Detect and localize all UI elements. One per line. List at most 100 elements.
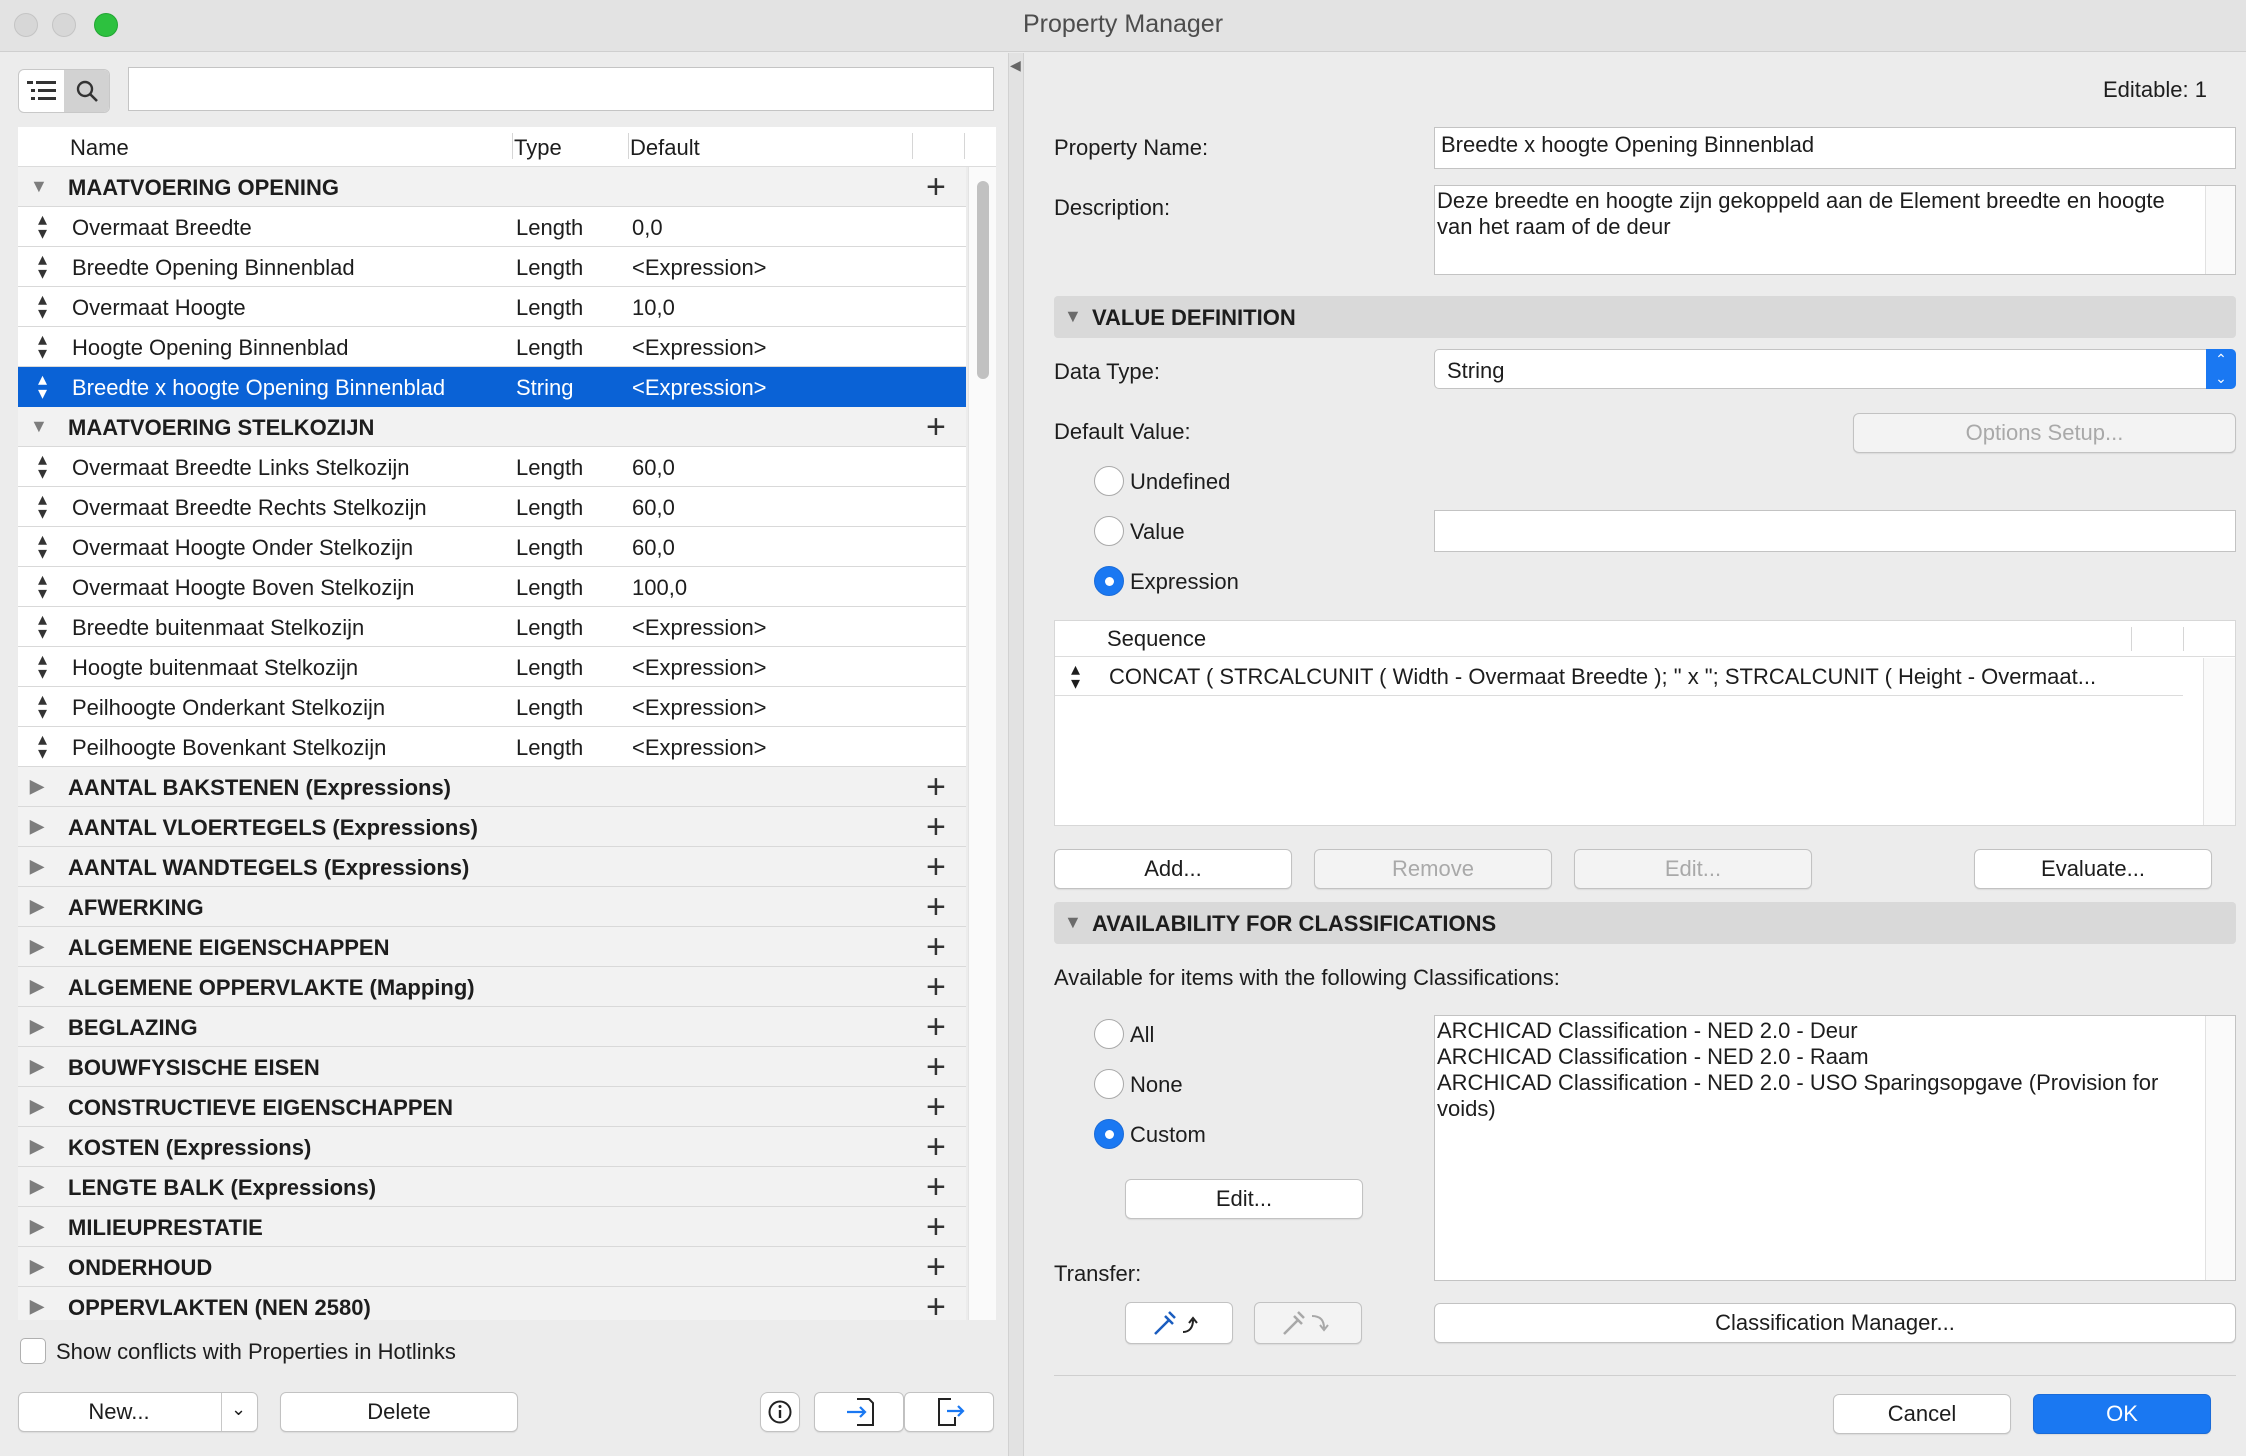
classification-item[interactable]: ARCHICAD Classification - NED 2.0 - Deur <box>1437 1018 2199 1044</box>
property-row[interactable]: ▴ ▾ Breedte Opening Binnenblad Length <Expre… <box>18 247 966 287</box>
drag-handle-icon[interactable]: ▴ ▾ <box>38 570 47 602</box>
disclosure-right-icon[interactable]: ▶ <box>30 936 44 957</box>
add-property-icon[interactable]: + <box>926 927 946 967</box>
add-property-icon[interactable]: + <box>926 1167 946 1207</box>
add-property-icon[interactable]: + <box>926 1127 946 1167</box>
drag-handle-icon[interactable]: ▴ ▾ <box>38 530 47 562</box>
disclosure-right-icon[interactable]: ▶ <box>30 1136 44 1157</box>
radio-none[interactable] <box>1094 1069 1124 1099</box>
transfer-pick-button[interactable] <box>1125 1302 1233 1344</box>
disclosure-right-icon[interactable]: ▶ <box>30 1016 44 1037</box>
remove-button[interactable]: Remove <box>1314 849 1552 889</box>
drag-handle-icon[interactable]: ▴ ▾ <box>38 690 47 722</box>
property-row[interactable]: ▴ ▾ Overmaat Breedte Rechts Stelkozijn Leng… <box>18 487 966 527</box>
disclosure-right-icon[interactable]: ▶ <box>30 1176 44 1197</box>
data-type-select[interactable]: String ⌃ ⌄ <box>1434 349 2236 389</box>
export-button[interactable] <box>904 1392 994 1432</box>
description-field[interactable]: Deze breedte en hoogte zijn gekoppeld aa… <box>1434 185 2236 275</box>
group-row[interactable]: ▼ MAATVOERING STELKOZIJN + <box>18 407 966 447</box>
add-property-icon[interactable]: + <box>926 167 946 207</box>
disclosure-right-icon[interactable]: ▶ <box>30 776 44 797</box>
classification-manager-button[interactable]: Classification Manager... <box>1434 1303 2236 1343</box>
group-row[interactable]: ▶ AANTAL BAKSTENEN (Expressions) + <box>18 767 966 807</box>
search-icon[interactable] <box>64 70 109 112</box>
value-field[interactable] <box>1434 510 2236 552</box>
drag-handle-icon[interactable]: ▴ ▾ <box>38 650 47 682</box>
collapse-left-icon[interactable]: ◀ <box>1010 57 1021 74</box>
group-row[interactable]: ▶ AFWERKING + <box>18 887 966 927</box>
add-property-icon[interactable]: + <box>926 1207 946 1247</box>
property-row[interactable]: ▴ ▾ Peilhoogte Onderkant Stelkozijn Length <… <box>18 687 966 727</box>
sequence-row[interactable]: ▴ ▾ CONCAT ( STRCALCUNIT ( Width - Overma… <box>1055 658 2183 696</box>
list-tree-icon[interactable] <box>19 70 64 112</box>
group-row[interactable]: ▶ BOUWFYSISCHE EISEN + <box>18 1047 966 1087</box>
disclosure-right-icon[interactable]: ▶ <box>30 896 44 917</box>
drag-handle-icon[interactable]: ▴ ▾ <box>38 210 47 242</box>
group-row[interactable]: ▶ AANTAL VLOERTEGELS (Expressions) + <box>18 807 966 847</box>
import-button[interactable] <box>814 1392 904 1432</box>
add-property-icon[interactable]: + <box>926 887 946 927</box>
add-button[interactable]: Add... <box>1054 849 1292 889</box>
group-row[interactable]: ▶ BEGLAZING + <box>18 1007 966 1047</box>
transfer-inject-button[interactable] <box>1254 1302 1362 1344</box>
property-row[interactable]: ▴ ▾ Overmaat Breedte Length 0,0 <box>18 207 966 247</box>
disclosure-down-icon[interactable]: ▼ <box>30 416 48 437</box>
property-row[interactable]: ▴ ▾ Breedte x hoogte Opening Binnenblad Str… <box>18 367 966 407</box>
add-property-icon[interactable]: + <box>926 807 946 847</box>
classification-scrollbar[interactable] <box>2205 1016 2235 1280</box>
group-row[interactable]: ▶ CONSTRUCTIEVE EIGENSCHAPPEN + <box>18 1087 966 1127</box>
classification-item[interactable]: ARCHICAD Classification - NED 2.0 - USO … <box>1437 1070 2199 1122</box>
drag-handle-icon[interactable]: ▴ ▾ <box>38 450 47 482</box>
group-row[interactable]: ▼ MAATVOERING OPENING + <box>18 167 966 207</box>
group-row[interactable]: ▶ MILIEUPRESTATIE + <box>18 1207 966 1247</box>
group-row[interactable]: ▶ LENGTE BALK (Expressions) + <box>18 1167 966 1207</box>
description-scrollbar[interactable] <box>2205 186 2235 274</box>
sequence-scrollbar[interactable] <box>2203 658 2235 825</box>
pane-splitter[interactable]: ◀ <box>1008 53 1024 1456</box>
drag-handle-icon[interactable]: ▴ ▾ <box>38 490 47 522</box>
drag-handle-icon[interactable]: ▴ ▾ <box>38 330 47 362</box>
drag-handle-icon[interactable]: ▴ ▾ <box>38 370 47 402</box>
add-property-icon[interactable]: + <box>926 407 946 447</box>
evaluate-button[interactable]: Evaluate... <box>1974 849 2212 889</box>
disclosure-right-icon[interactable]: ▶ <box>30 1216 44 1237</box>
drag-handle-icon[interactable]: ▴ ▾ <box>1071 660 1080 692</box>
group-row[interactable]: ▶ ALGEMENE EIGENSCHAPPEN + <box>18 927 966 967</box>
property-row[interactable]: ▴ ▾ Overmaat Hoogte Length 10,0 <box>18 287 966 327</box>
delete-button[interactable]: Delete <box>280 1392 518 1432</box>
group-row[interactable]: ▶ ONDERHOUD + <box>18 1247 966 1287</box>
disclosure-right-icon[interactable]: ▶ <box>30 1056 44 1077</box>
add-property-icon[interactable]: + <box>926 847 946 887</box>
disclosure-down-icon[interactable]: ▼ <box>1064 912 1082 933</box>
property-row[interactable]: ▴ ▾ Hoogte buitenmaat Stelkozijn Length <Exp… <box>18 647 966 687</box>
add-property-icon[interactable]: + <box>926 1287 946 1320</box>
drag-handle-icon[interactable]: ▴ ▾ <box>38 290 47 322</box>
add-property-icon[interactable]: + <box>926 1087 946 1127</box>
group-row[interactable]: ▶ AANTAL WANDTEGELS (Expressions) + <box>18 847 966 887</box>
property-row[interactable]: ▴ ▾ Overmaat Hoogte Onder Stelkozijn Length… <box>18 527 966 567</box>
options-setup-button[interactable]: Options Setup... <box>1853 413 2236 453</box>
disclosure-right-icon[interactable]: ▶ <box>30 1096 44 1117</box>
edit-expression-button[interactable]: Edit... <box>1574 849 1812 889</box>
property-name-field[interactable]: Breedte x hoogte Opening Binnenblad <box>1434 127 2236 169</box>
info-button[interactable] <box>760 1392 800 1432</box>
sequence-column-header[interactable]: Sequence <box>1107 626 1206 652</box>
radio-expression[interactable] <box>1094 566 1124 596</box>
drag-handle-icon[interactable]: ▴ ▾ <box>38 610 47 642</box>
property-row[interactable]: ▴ ▾ Peilhoogte Bovenkant Stelkozijn Length <… <box>18 727 966 767</box>
property-row[interactable]: ▴ ▾ Overmaat Breedte Links Stelkozijn Lengt… <box>18 447 966 487</box>
disclosure-down-icon[interactable]: ▼ <box>30 176 48 197</box>
property-row[interactable]: ▴ ▾ Breedte buitenmaat Stelkozijn Length <Ex… <box>18 607 966 647</box>
search-input[interactable] <box>128 67 994 111</box>
add-property-icon[interactable]: + <box>926 1047 946 1087</box>
disclosure-right-icon[interactable]: ▶ <box>30 856 44 877</box>
chevron-down-icon[interactable]: ⌄ <box>231 1399 246 1420</box>
new-button[interactable]: New... ⌄ <box>18 1392 258 1432</box>
list-scrollbar[interactable] <box>968 167 996 1320</box>
show-conflicts-checkbox[interactable] <box>20 1338 46 1364</box>
radio-undefined[interactable] <box>1094 466 1124 496</box>
disclosure-right-icon[interactable]: ▶ <box>30 816 44 837</box>
disclosure-right-icon[interactable]: ▶ <box>30 1256 44 1277</box>
add-property-icon[interactable]: + <box>926 1007 946 1047</box>
classification-item[interactable]: ARCHICAD Classification - NED 2.0 - Raam <box>1437 1044 2199 1070</box>
